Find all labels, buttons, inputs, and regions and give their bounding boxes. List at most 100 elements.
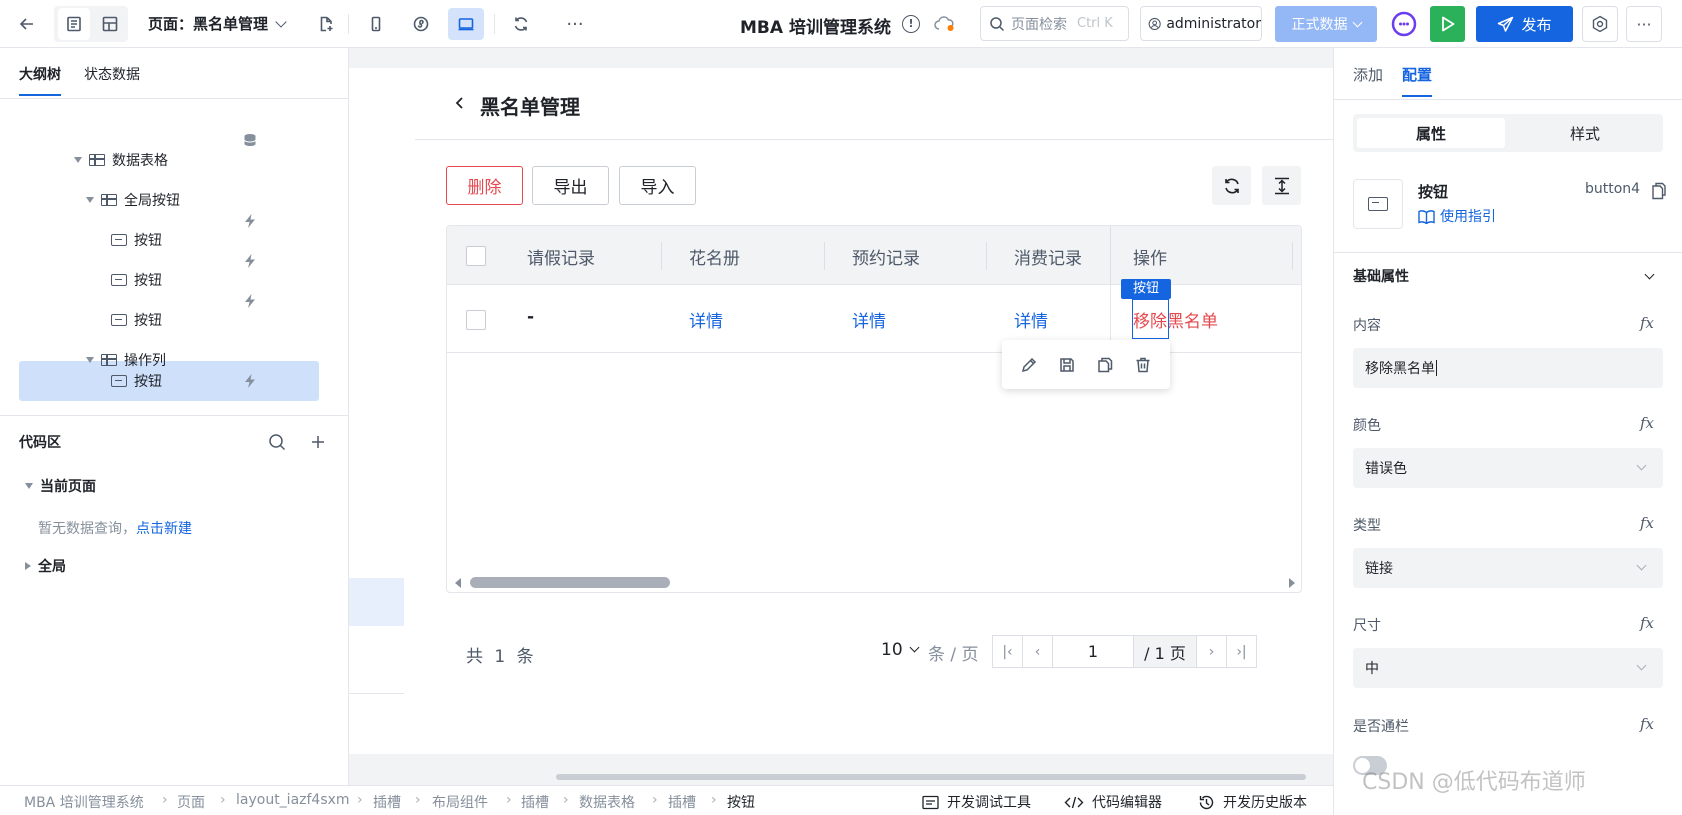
layout-view-icon[interactable] <box>94 8 126 40</box>
table-refresh-button[interactable] <box>1212 166 1251 205</box>
save-icon[interactable] <box>1058 356 1076 374</box>
mobile-icon[interactable] <box>361 8 391 40</box>
edit-icon[interactable] <box>1020 356 1038 374</box>
tree-item-button-2[interactable]: 按钮 <box>111 260 162 300</box>
miniapp-icon[interactable] <box>406 8 436 40</box>
delete-icon[interactable] <box>1134 356 1152 374</box>
scroll-right-icon[interactable] <box>1289 578 1295 588</box>
more-icon[interactable]: ··· <box>560 8 590 40</box>
event-bolt-icon[interactable] <box>242 373 258 389</box>
caret-down-icon[interactable] <box>86 357 94 363</box>
event-bolt-icon[interactable] <box>242 253 258 269</box>
tree-item-button-selected[interactable]: 按钮 <box>111 361 162 401</box>
fx-icon[interactable]: fx <box>1640 715 1654 733</box>
breadcrumb-item-current[interactable]: 按钮 <box>727 792 755 812</box>
tab-add[interactable]: 添加 <box>1353 64 1383 85</box>
copy-icon[interactable] <box>1651 182 1667 200</box>
breadcrumb-item[interactable]: 插槽 <box>521 792 549 812</box>
content-input[interactable]: 移除黑名单 <box>1353 348 1663 388</box>
breadcrumb-item[interactable]: layout_iazf4sxm <box>236 792 350 808</box>
caret-right-icon[interactable] <box>25 562 31 570</box>
more-menu-icon[interactable]: ··· <box>1626 6 1662 42</box>
cloud-sync-icon[interactable] <box>934 16 956 36</box>
fx-icon[interactable]: fx <box>1640 414 1654 432</box>
code-global[interactable]: 全局 <box>25 546 66 586</box>
preview-button[interactable] <box>1430 6 1465 42</box>
fx-icon[interactable]: fx <box>1640 614 1654 632</box>
page-size-select[interactable]: 10 <box>881 640 920 660</box>
caret-down-icon[interactable] <box>25 483 33 489</box>
tab-config[interactable]: 配置 <box>1402 64 1433 97</box>
tree-item-data-table[interactable]: 数据表格 <box>74 140 168 180</box>
refresh-icon[interactable] <box>506 8 536 40</box>
page-number-input[interactable]: 1 <box>1052 635 1134 668</box>
debug-tools-button[interactable]: 开发调试工具 <box>922 792 1031 812</box>
add-icon[interactable] <box>309 433 327 451</box>
column-header[interactable]: 预约记录 <box>852 244 920 269</box>
code-current-page[interactable]: 当前页面 <box>25 466 96 506</box>
ai-assistant-icon[interactable] <box>1386 6 1422 42</box>
desktop-icon[interactable] <box>448 8 484 40</box>
breadcrumb-item[interactable]: 数据表格 <box>579 792 635 812</box>
first-page-button[interactable]: |‹ <box>992 635 1023 668</box>
chevron-down-icon[interactable] <box>275 16 287 28</box>
column-header[interactable]: 请假记录 <box>527 244 595 269</box>
fx-icon[interactable]: fx <box>1640 314 1654 332</box>
column-header[interactable]: 消费记录 <box>1014 244 1082 269</box>
user-menu[interactable]: administrator <box>1140 6 1262 41</box>
page-selector[interactable]: 页面：黑名单管理 <box>148 13 268 34</box>
breadcrumb-item[interactable]: MBA 培训管理系统 <box>24 792 144 812</box>
breadcrumb-item[interactable]: 插槽 <box>668 792 696 812</box>
column-header[interactable]: 操作 <box>1133 244 1167 269</box>
env-selector[interactable]: 正式数据 <box>1275 6 1377 42</box>
tab-state-data[interactable]: 状态数据 <box>84 64 140 84</box>
import-button[interactable]: 导入 <box>619 166 696 205</box>
fx-icon[interactable]: fx <box>1640 514 1654 532</box>
tree-item-button-1[interactable]: 按钮 <box>111 220 162 260</box>
copy-icon[interactable] <box>1096 356 1114 374</box>
publish-button[interactable]: 发布 <box>1476 6 1573 42</box>
tree-item-global-buttons[interactable]: 全局按钮 <box>86 180 180 220</box>
code-editor-button[interactable]: 代码编辑器 <box>1064 792 1162 812</box>
info-icon[interactable]: ! <box>902 15 920 33</box>
type-select[interactable]: 链接 <box>1353 548 1663 588</box>
table-density-button[interactable] <box>1262 166 1301 205</box>
create-query-link[interactable]: 点击新建 <box>136 521 192 537</box>
column-header[interactable]: 花名册 <box>689 244 740 269</box>
export-button[interactable]: 导出 <box>532 166 609 205</box>
usage-guide-link[interactable]: 使用指引 <box>1418 206 1496 226</box>
breadcrumb-item[interactable]: 布局组件 <box>432 792 488 812</box>
event-bolt-icon[interactable] <box>242 213 258 229</box>
canvas-hscroll[interactable] <box>556 774 1306 780</box>
add-page-icon[interactable] <box>311 8 341 40</box>
next-page-button[interactable]: › <box>1196 635 1227 668</box>
tree-item-button-3[interactable]: 按钮 <box>111 300 162 340</box>
back-arrow-icon[interactable] <box>12 8 42 40</box>
history-button[interactable]: 开发历史版本 <box>1198 792 1307 812</box>
last-page-button[interactable]: ›| <box>1226 635 1257 668</box>
settings-icon[interactable] <box>1582 6 1618 42</box>
page-view-icon[interactable] <box>58 8 90 40</box>
segment-properties[interactable]: 属性 <box>1357 118 1505 148</box>
delete-button[interactable]: 删除 <box>446 166 523 205</box>
chevron-down-icon[interactable] <box>1644 269 1655 280</box>
caret-down-icon[interactable] <box>74 157 82 163</box>
database-icon[interactable] <box>242 132 258 148</box>
scroll-thumb[interactable] <box>470 577 670 588</box>
back-chevron-icon[interactable] <box>453 95 467 111</box>
roster-detail-link[interactable]: 详情 <box>689 307 723 332</box>
scroll-left-icon[interactable] <box>455 578 461 588</box>
event-bolt-icon[interactable] <box>242 293 258 309</box>
booking-detail-link[interactable]: 详情 <box>852 307 886 332</box>
breadcrumb-item[interactable]: 页面 <box>177 792 205 812</box>
breadcrumb-item[interactable]: 插槽 <box>373 792 401 812</box>
select-all-checkbox[interactable] <box>466 246 486 266</box>
row-checkbox[interactable] <box>466 310 486 330</box>
page-search-input[interactable]: 页面检索 Ctrl K <box>980 6 1129 41</box>
color-select[interactable]: 错误色 <box>1353 448 1663 488</box>
segment-styles[interactable]: 样式 <box>1511 118 1659 148</box>
tab-outline[interactable]: 大纲树 <box>19 64 61 96</box>
caret-down-icon[interactable] <box>86 197 94 203</box>
size-select[interactable]: 中 <box>1353 648 1663 688</box>
table-hscroll[interactable] <box>447 571 1301 592</box>
